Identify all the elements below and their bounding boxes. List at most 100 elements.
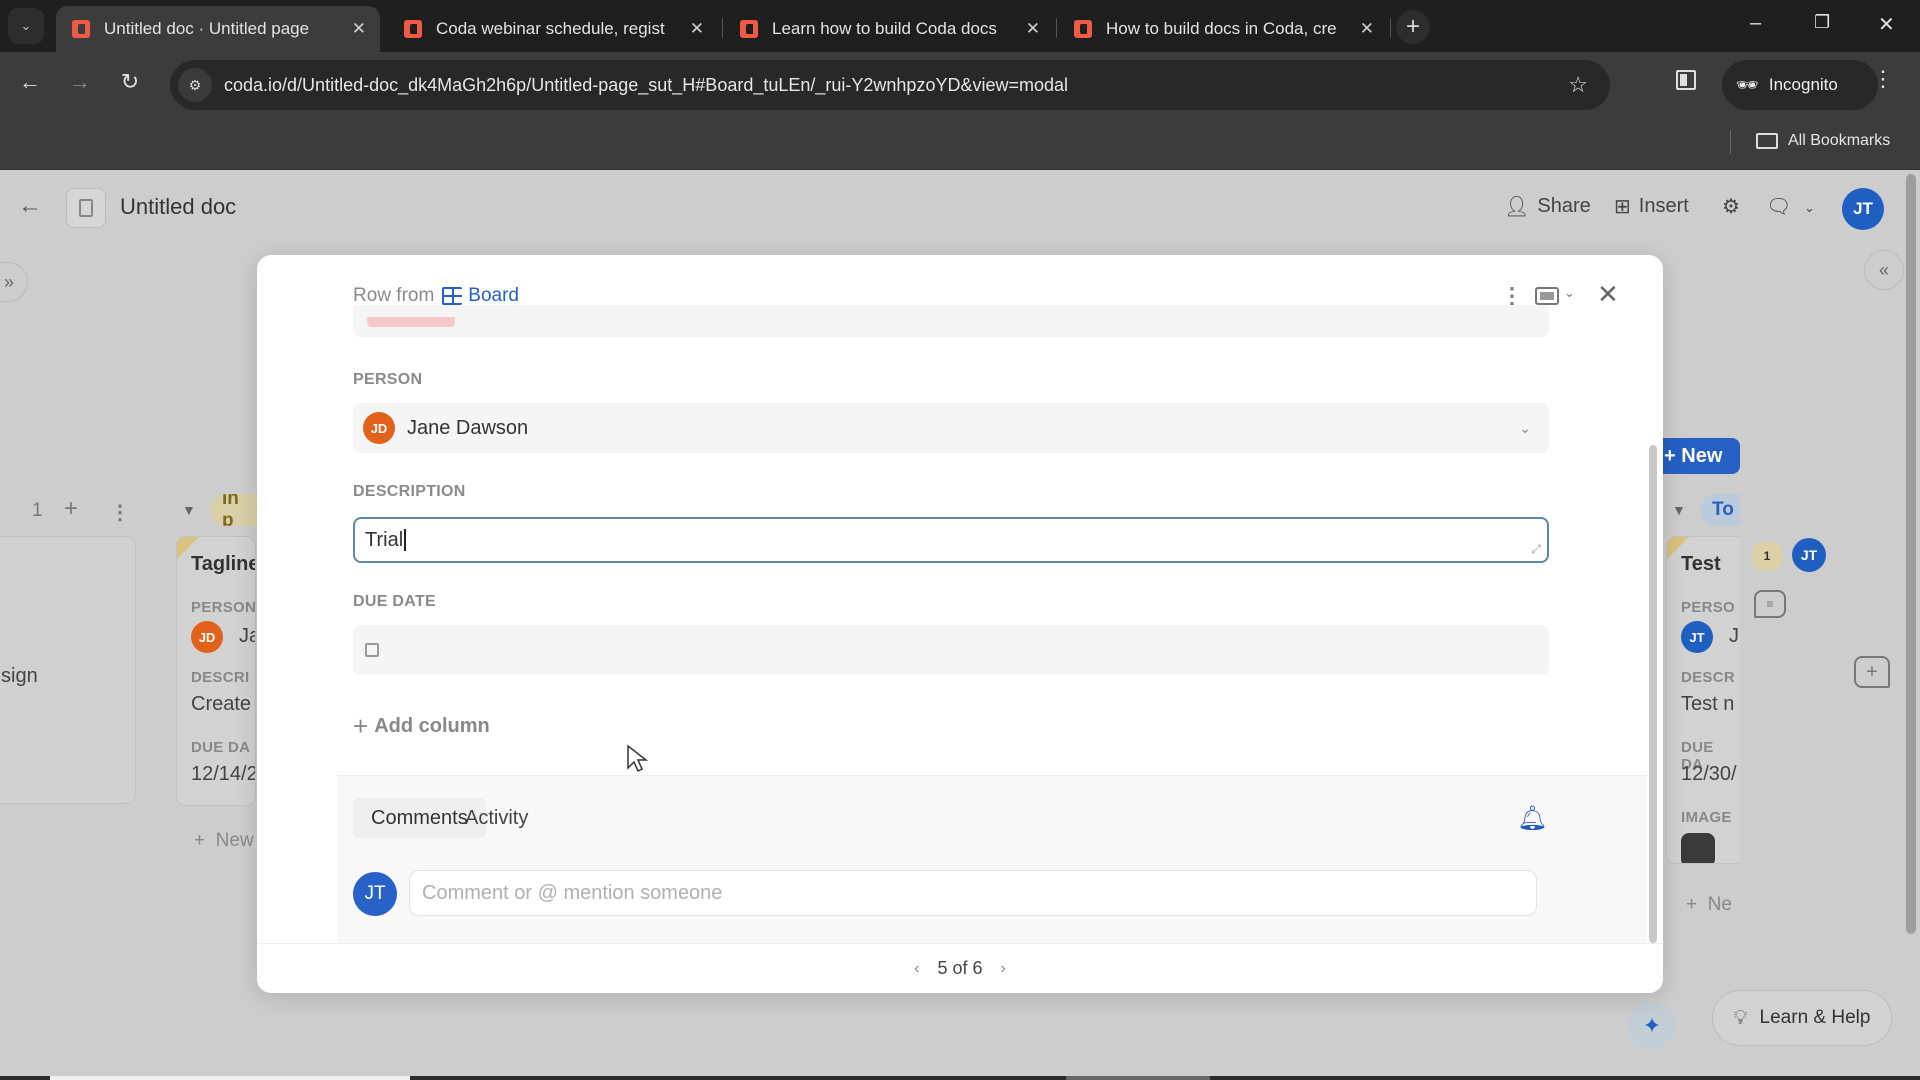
column-menu-icon[interactable]: ⋮ xyxy=(110,500,130,525)
browser-tab[interactable]: Learn how to build Coda docs ✕ xyxy=(724,6,1054,52)
comments-section: Comments Activity 🔔︎ JT xyxy=(337,775,1647,943)
side-panel-icon[interactable] xyxy=(1676,70,1696,90)
notification-bell-icon[interactable]: 🔔︎ xyxy=(1517,804,1547,833)
card-field-label: DESCRI xyxy=(191,669,250,686)
taskbar-strip xyxy=(0,1076,1920,1080)
card-text: sign xyxy=(1,665,38,687)
person-avatar: JT xyxy=(1681,621,1713,653)
expand-sidebar-button[interactable]: » xyxy=(0,262,28,302)
close-tab-icon[interactable]: ✕ xyxy=(1026,19,1040,39)
share-label: Share xyxy=(1537,195,1591,217)
address-bar[interactable]: ⚙ coda.io/d/Untitled-doc_dk4MaGh2h6p/Unt… xyxy=(170,60,1610,110)
new-row-button[interactable]: + New xyxy=(1652,438,1740,474)
board-card-tagline[interactable]: Tagline PERSON JD Ja DESCRI Create DUE D… xyxy=(176,536,256,806)
add-column-button[interactable]: + Add column xyxy=(353,711,490,742)
lightbulb-icon: 💡︎ xyxy=(1733,1006,1748,1029)
tab-separator xyxy=(1390,18,1391,38)
share-button[interactable]: 👤︎ Share xyxy=(1504,194,1591,219)
incognito-indicator[interactable]: 🕶 Incognito xyxy=(1722,60,1878,110)
insert-grid-icon: ⊞ xyxy=(1614,196,1631,218)
mouse-cursor-icon xyxy=(627,744,648,773)
settings-gear-icon[interactable]: ⚙ xyxy=(1722,194,1740,219)
chevron-down-icon[interactable]: ⌄ xyxy=(1519,420,1531,437)
calendar-icon xyxy=(365,643,379,657)
doc-title[interactable]: Untitled doc xyxy=(120,194,236,220)
bookmarks-separator xyxy=(1730,130,1731,154)
description-input[interactable]: Trial ⤢ xyxy=(353,517,1549,563)
modal-scrollbar[interactable] xyxy=(1649,445,1657,943)
site-info-icon[interactable]: ⚙ xyxy=(178,68,212,102)
description-field-label: DESCRIPTION xyxy=(353,483,466,500)
all-bookmarks-button[interactable]: All Bookmarks xyxy=(1756,132,1890,150)
tab-search-button[interactable]: ⌄ xyxy=(8,8,44,44)
minimize-icon[interactable]: – xyxy=(1750,12,1761,35)
url-text[interactable]: coda.io/d/Untitled-doc_dk4MaGh2h6p/Untit… xyxy=(224,75,1068,96)
new-card-button[interactable]: + Ne xyxy=(1686,894,1732,916)
browser-menu-icon[interactable]: ⋮ xyxy=(1872,66,1894,92)
reload-icon[interactable]: ↻ xyxy=(114,69,146,95)
browser-tab[interactable]: Coda webinar schedule, regist ✕ xyxy=(388,6,718,52)
user-avatar[interactable]: JT xyxy=(1842,188,1884,230)
add-comment-icon[interactable]: + xyxy=(1854,656,1890,688)
close-tab-icon[interactable]: ✕ xyxy=(352,19,366,39)
row-detail-modal: Row from Board ⋮ ⌄ ✕ PERSON JD Jane Daws… xyxy=(257,255,1663,993)
taskbar-highlight xyxy=(50,1076,410,1080)
close-tab-icon[interactable]: ✕ xyxy=(1360,19,1374,39)
status-field-partial[interactable] xyxy=(353,305,1549,337)
card-field-label: PERSO xyxy=(1681,599,1736,616)
view-mode-chevron-icon[interactable]: ⌄ xyxy=(1564,285,1575,301)
add-card-icon[interactable]: + xyxy=(64,495,78,523)
doc-icon[interactable] xyxy=(66,188,106,228)
view-mode-icon[interactable] xyxy=(1535,287,1559,305)
comment-count-badge[interactable]: 1 xyxy=(1752,542,1782,570)
learn-help-button[interactable]: 💡︎ Learn & Help xyxy=(1712,990,1892,1046)
collapse-group-icon[interactable]: ▼ xyxy=(1672,502,1686,518)
board-card[interactable]: sign xyxy=(0,536,136,804)
next-row-icon[interactable]: › xyxy=(1001,960,1006,978)
board-card-test[interactable]: Test PERSO JT J DESCR Test n DUE DA 12/3… xyxy=(1666,536,1740,864)
new-card-label: New xyxy=(215,830,254,851)
due-date-field-label: DUE DATE xyxy=(353,593,436,610)
person-field[interactable]: JD Jane Dawson ⌄ xyxy=(353,403,1549,453)
previous-row-icon[interactable]: ‹ xyxy=(914,960,919,978)
comment-icon[interactable]: ≡ xyxy=(1754,590,1786,618)
comments-icon[interactable]: 🗨︎ xyxy=(1766,194,1791,219)
insert-button[interactable]: ⊞ Insert xyxy=(1614,194,1689,219)
all-bookmarks-label: All Bookmarks xyxy=(1788,132,1891,149)
close-window-icon[interactable]: ✕ xyxy=(1878,12,1895,37)
tab-title: How to build docs in Coda, cre xyxy=(1106,19,1337,38)
restore-icon[interactable]: ❐ xyxy=(1814,12,1830,33)
collapse-panel-button[interactable]: « xyxy=(1864,250,1904,290)
page-scrollbar[interactable] xyxy=(1906,174,1916,934)
close-modal-icon[interactable]: ✕ xyxy=(1597,279,1619,310)
back-arrow-icon[interactable]: ← xyxy=(18,192,42,220)
card-field-label: DESCR xyxy=(1681,669,1736,686)
tab-activity[interactable]: Activity xyxy=(447,798,546,838)
modal-breadcrumb: Row from Board xyxy=(353,285,519,307)
forward-icon[interactable]: → xyxy=(64,69,96,95)
new-card-button[interactable]: + New xyxy=(194,830,254,852)
browser-tab-active[interactable]: Untitled doc · Untitled page ✕ xyxy=(56,6,380,52)
back-icon[interactable]: ← xyxy=(14,69,46,95)
tab-title: Coda webinar schedule, regist xyxy=(436,19,665,38)
card-due-date: 12/14/2 xyxy=(191,763,256,785)
close-tab-icon[interactable]: ✕ xyxy=(690,19,704,39)
bookmark-star-icon[interactable]: ☆ xyxy=(1568,72,1588,98)
collapse-group-icon[interactable]: ▼ xyxy=(182,502,196,518)
status-pill-todo: To xyxy=(1700,494,1740,526)
person-icon: 👤︎ xyxy=(1504,196,1530,218)
image-thumbnail[interactable] xyxy=(1681,833,1715,863)
tab-title: Learn how to build Coda docs xyxy=(772,19,997,38)
person-name: Jane Dawson xyxy=(407,416,529,439)
due-date-field[interactable] xyxy=(353,625,1549,675)
expand-icon[interactable]: ⤢ xyxy=(1531,542,1541,557)
chevron-down-icon[interactable]: ⌄ xyxy=(1804,200,1815,216)
new-tab-button[interactable]: + xyxy=(1396,10,1430,44)
board-link[interactable]: Board xyxy=(468,285,519,307)
browser-tab[interactable]: How to build docs in Coda, cre ✕ xyxy=(1058,6,1388,52)
comment-input[interactable] xyxy=(409,870,1537,916)
coda-favicon-icon xyxy=(740,20,758,38)
comment-author-avatar[interactable]: JT xyxy=(1792,538,1826,572)
card-description: Test n xyxy=(1681,693,1735,715)
ai-sparkle-button[interactable]: ✦ xyxy=(1628,1002,1676,1050)
